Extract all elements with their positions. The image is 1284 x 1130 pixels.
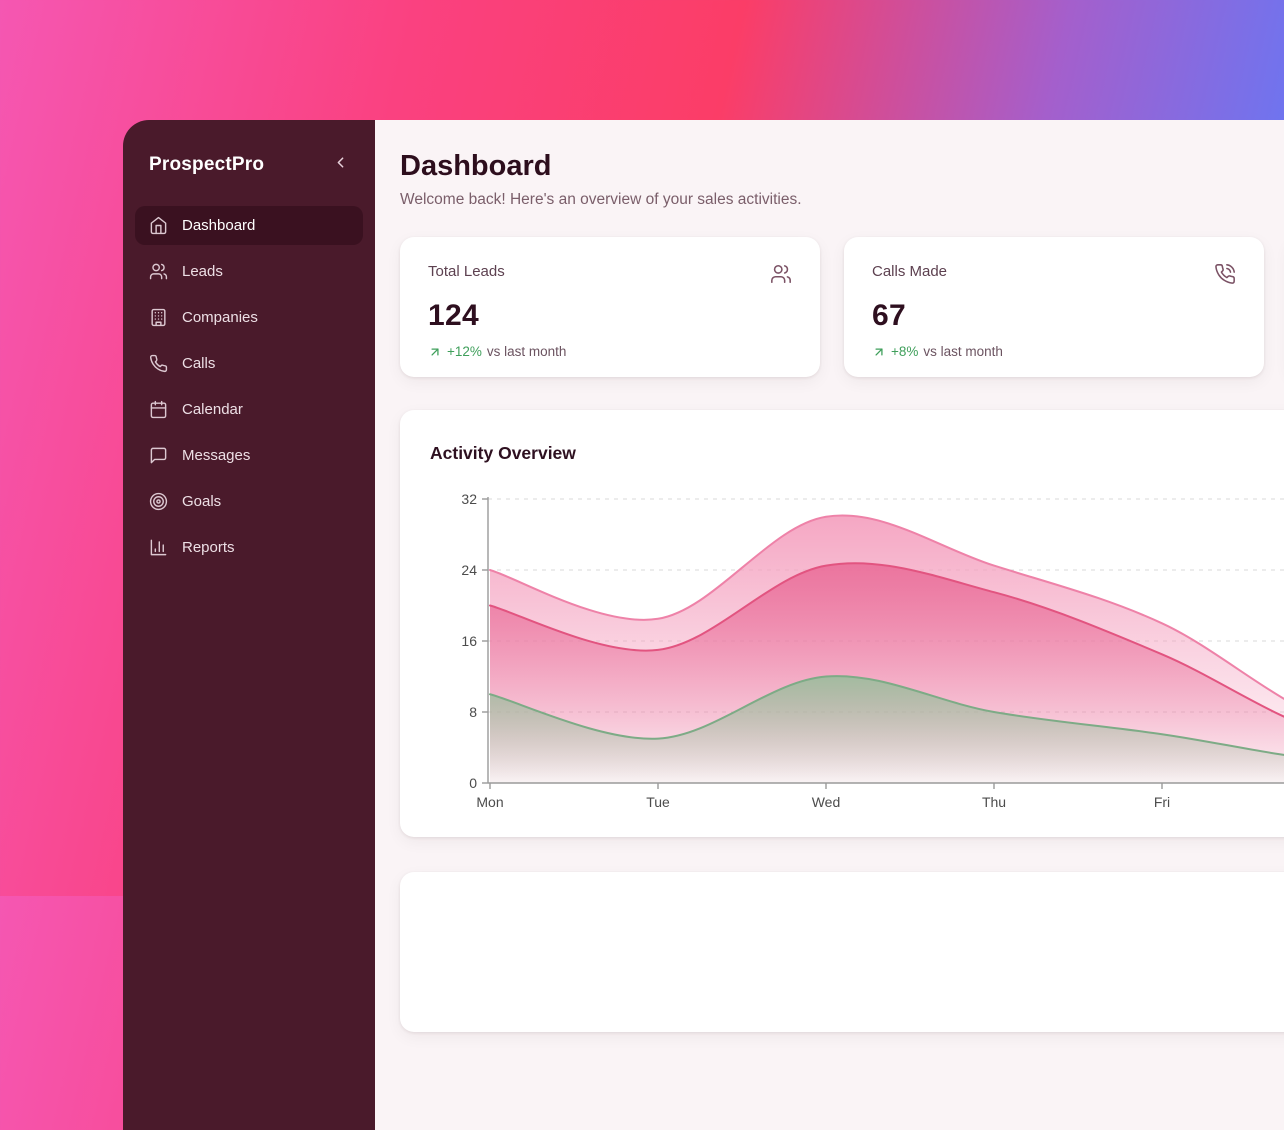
trend-percent: +8% [891, 344, 918, 359]
sidebar-item-messages[interactable]: Messages [135, 436, 363, 475]
chevron-left-icon [332, 154, 349, 176]
brand-logo: ProspectPro [149, 154, 264, 176]
sidebar: ProspectPro Dashboard Leads Companies Calls… [123, 120, 375, 1130]
trend-suffix: vs last month [923, 344, 1003, 359]
svg-text:Wed: Wed [812, 794, 841, 810]
app-window: ProspectPro Dashboard Leads Companies Calls… [123, 120, 1284, 1130]
stat-value: 67 [872, 299, 1236, 333]
sidebar-item-reports[interactable]: Reports [135, 528, 363, 567]
home-icon [149, 216, 168, 235]
building-icon [149, 308, 168, 327]
svg-text:32: 32 [461, 491, 477, 507]
phone-call-icon [1214, 263, 1236, 290]
svg-text:24: 24 [461, 562, 477, 578]
sidebar-item-leads[interactable]: Leads [135, 252, 363, 291]
stat-card-total-leads: Total Leads 124 +12% vs last month [400, 237, 820, 377]
sidebar-nav: Dashboard Leads Companies Calls Calendar Mess… [123, 206, 375, 567]
bar-chart-icon [149, 538, 168, 557]
stat-trend: +12% vs last month [428, 344, 792, 359]
page-subtitle: Welcome back! Here's an overview of your… [400, 191, 1284, 209]
stat-card-calls-made: Calls Made 67 +8% vs last month [844, 237, 1264, 377]
arrow-up-right-icon [872, 345, 886, 359]
svg-text:8: 8 [469, 704, 477, 720]
sidebar-header: ProspectPro [123, 152, 375, 178]
svg-text:Thu: Thu [982, 794, 1006, 810]
svg-text:Fri: Fri [1154, 794, 1170, 810]
trend-suffix: vs last month [487, 344, 567, 359]
chart-title: Activity Overview [430, 440, 1284, 466]
arrow-up-right-icon [428, 345, 442, 359]
phone-icon [149, 354, 168, 373]
activity-overview-card: Activity Overview 0 8 16 24 32 Mon Tue Wed Thu Fr… [400, 410, 1284, 837]
sidebar-item-calls[interactable]: Calls [135, 344, 363, 383]
users-icon [149, 262, 168, 281]
stat-trend: +8% vs last month [872, 344, 1236, 359]
sidebar-collapse-button[interactable] [332, 154, 349, 176]
sidebar-item-calendar[interactable]: Calendar [135, 390, 363, 429]
stat-value: 124 [428, 299, 792, 333]
activity-area-chart: 08162432MonTueWedThuFriSatSun [430, 487, 1284, 822]
message-square-icon [149, 446, 168, 465]
sidebar-item-goals[interactable]: Goals [135, 482, 363, 521]
main-content: Dashboard Welcome back! Here's an overvi… [375, 120, 1284, 1130]
svg-text:Mon: Mon [476, 794, 503, 810]
target-icon [149, 492, 168, 511]
users-icon [770, 263, 792, 290]
calendar-icon [149, 400, 168, 419]
sidebar-item-dashboard[interactable]: Dashboard [135, 206, 363, 245]
bottom-card-partial [400, 872, 1284, 1032]
trend-percent: +12% [447, 344, 482, 359]
stat-label: Calls Made [872, 263, 947, 280]
page-title: Dashboard [400, 150, 1284, 182]
stat-label: Total Leads [428, 263, 505, 280]
sidebar-item-companies[interactable]: Companies [135, 298, 363, 337]
stat-cards-row: Total Leads124+12%vs last monthCalls Mad… [400, 237, 1284, 377]
svg-text:0: 0 [469, 775, 477, 791]
svg-text:Tue: Tue [646, 794, 670, 810]
svg-text:16: 16 [461, 633, 477, 649]
